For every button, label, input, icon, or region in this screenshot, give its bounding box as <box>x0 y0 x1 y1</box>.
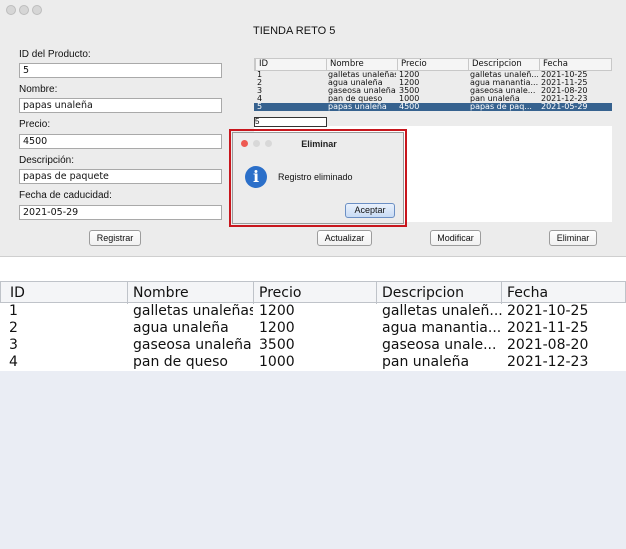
table-row-selected[interactable]: 5 papas unaleña 4500 papas de paq... 202… <box>254 103 612 111</box>
cell-precio: 1200 <box>259 303 295 319</box>
description-field[interactable]: papas de paquete <box>19 169 222 184</box>
cell-descripcion: pan unaleña <box>382 354 470 370</box>
dialog-highlight-box <box>229 129 407 227</box>
table-row[interactable]: 3 gaseosa unaleña 3500 gaseosa unale... … <box>254 87 612 95</box>
cell-id: 5 <box>257 103 263 111</box>
cell-nombre: papas unaleña <box>328 103 387 111</box>
price-label: Precio: <box>19 119 51 130</box>
expiry-date-label: Fecha de caducidad: <box>19 190 112 201</box>
cell-precio: 1000 <box>399 95 420 103</box>
cell-descripcion: gaseosa unale... <box>382 337 497 353</box>
header-nombre[interactable]: Nombre <box>326 59 398 70</box>
update-button[interactable]: Actualizar <box>317 230 372 246</box>
cell-id: 2 <box>257 79 263 87</box>
zoom-table-body: 1 galletas unaleñas 1200 galletas unaleñ… <box>0 303 626 371</box>
price-field[interactable]: 4500 <box>19 134 222 149</box>
cell-precio: 4500 <box>399 103 420 111</box>
cell-precio: 1200 <box>399 79 420 87</box>
cell-precio: 1000 <box>259 354 295 370</box>
cell-id: 3 <box>257 87 263 95</box>
header-fecha[interactable]: Fecha <box>539 59 613 70</box>
cell-descripcion: papas de paq... <box>470 103 532 111</box>
table-row[interactable]: 1 galletas unaleñas 1200 galletas unaleñ… <box>0 303 626 320</box>
cell-fecha: 2021-12-23 <box>507 354 589 370</box>
cell-descripcion: gaseosa unale... <box>470 87 536 95</box>
zoomed-products-table: ID Nombre Precio Descripcion Fecha 1 gal… <box>0 281 626 549</box>
id-field[interactable]: 5 <box>19 63 222 78</box>
table-row[interactable]: 2 agua unaleña 1200 agua manantia... 202… <box>0 320 626 337</box>
table-row[interactable]: 1 galletas unaleñas 1200 galletas unaleñ… <box>254 71 612 79</box>
table-header: ID Nombre Precio Descripcion Fecha <box>254 58 612 71</box>
zoom-table-header: ID Nombre Precio Descripcion Fecha <box>0 281 626 304</box>
minimize-window-icon[interactable] <box>19 5 29 15</box>
zoom-header-precio[interactable]: Precio <box>253 282 379 304</box>
modify-button[interactable]: Modificar <box>430 230 481 246</box>
cell-precio: 1200 <box>259 320 295 336</box>
cell-id: 4 <box>257 95 263 103</box>
table-row[interactable]: 2 agua unaleña 1200 agua manantia... 202… <box>254 79 612 87</box>
cell-nombre: agua unaleña <box>328 79 383 87</box>
table-row[interactable]: 4 pan de queso 1000 pan unaleña 2021-12-… <box>254 95 612 103</box>
cell-fecha: 2021-10-25 <box>507 303 589 319</box>
table-row[interactable]: 3 gaseosa unaleña 3500 gaseosa unale... … <box>0 337 626 354</box>
cell-id: 1 <box>257 71 263 79</box>
products-table: ID Nombre Precio Descripcion Fecha 1 gal… <box>254 58 612 111</box>
cell-descripcion: agua manantia... <box>470 79 538 87</box>
cell-nombre: galletas unaleñas <box>133 303 253 319</box>
expiry-date-field[interactable]: 2021-05-29 <box>19 205 222 220</box>
register-button[interactable]: Registrar <box>89 230 141 246</box>
cell-precio: 3500 <box>399 87 420 95</box>
zoom-window-icon[interactable] <box>32 5 42 15</box>
name-label: Nombre: <box>19 84 58 95</box>
cell-id: 2 <box>9 320 18 336</box>
cell-precio: 1200 <box>399 71 420 79</box>
cell-descripcion: galletas unaleñ... <box>470 71 538 79</box>
header-precio[interactable]: Precio <box>397 59 469 70</box>
close-window-icon[interactable] <box>6 5 16 15</box>
table-row[interactable]: 4 pan de queso 1000 pan unaleña 2021-12-… <box>0 354 626 371</box>
zoom-header-fecha[interactable]: Fecha <box>501 282 625 304</box>
zoom-header-id[interactable]: ID <box>1 282 130 304</box>
cell-fecha: 2021-12-23 <box>541 95 588 103</box>
cell-descripcion: galletas unaleñ... <box>382 303 502 319</box>
cell-fecha: 2021-08-20 <box>507 337 589 353</box>
cell-fecha: 2021-11-25 <box>507 320 589 336</box>
zoom-header-nombre[interactable]: Nombre <box>127 282 253 304</box>
window-title: TIENDA RETO 5 <box>253 25 336 37</box>
main-window: TIENDA RETO 5 ID del Producto: 5 Nombre:… <box>0 0 626 257</box>
cell-id: 1 <box>9 303 18 319</box>
header-descripcion[interactable]: Descripcion <box>468 59 540 70</box>
delete-button[interactable]: Eliminar <box>549 230 597 246</box>
cell-editor[interactable]: 5 <box>254 117 327 127</box>
cell-descripcion: agua manantia... <box>382 320 502 336</box>
cell-precio: 3500 <box>259 337 295 353</box>
cell-id: 4 <box>9 354 18 370</box>
id-label: ID del Producto: <box>19 49 91 60</box>
cell-nombre: gaseosa unaleña <box>328 87 396 95</box>
cell-fecha: 2021-11-25 <box>541 79 588 87</box>
cell-descripcion: pan unaleña <box>470 95 520 103</box>
name-field[interactable]: papas unaleña <box>19 98 222 113</box>
zoom-header-descripcion[interactable]: Descripcion <box>376 282 502 304</box>
cell-fecha: 2021-08-20 <box>541 87 588 95</box>
cell-nombre: pan de queso <box>328 95 383 103</box>
cell-nombre: galletas unaleñas <box>328 71 396 79</box>
description-label: Descripción: <box>19 155 75 166</box>
cell-nombre: gaseosa unaleña <box>133 337 252 353</box>
cell-nombre: pan de queso <box>133 354 228 370</box>
header-id[interactable]: ID <box>255 59 327 70</box>
cell-fecha: 2021-05-29 <box>541 103 588 111</box>
cell-fecha: 2021-10-25 <box>541 71 588 79</box>
cell-nombre: agua unaleña <box>133 320 229 336</box>
cell-id: 3 <box>9 337 18 353</box>
